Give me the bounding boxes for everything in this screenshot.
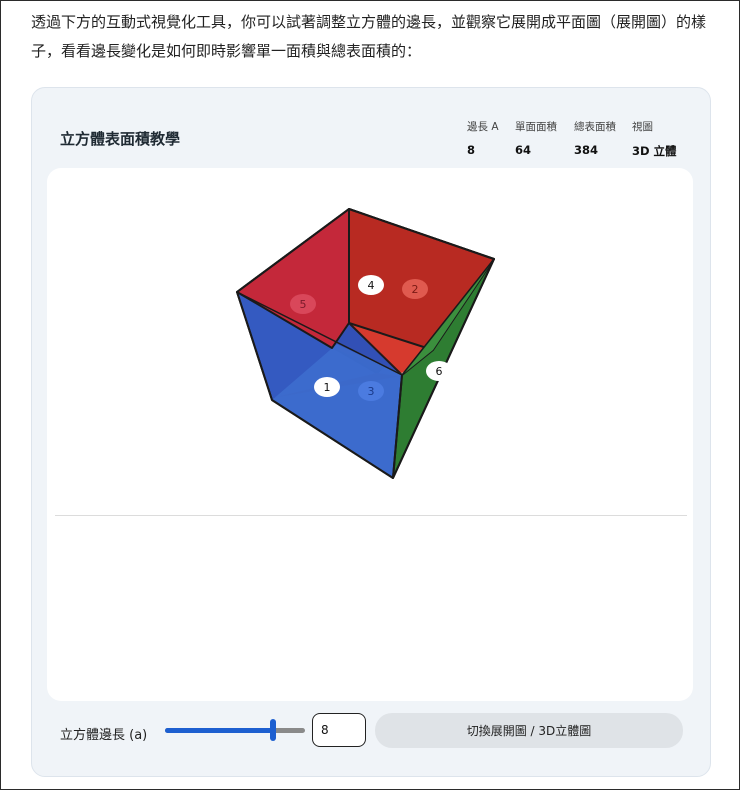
stat-edge: 邊長 A 8 — [467, 119, 499, 157]
svg-text:3: 3 — [368, 385, 375, 398]
stat-total-area-value: 384 — [574, 143, 599, 157]
face-label-3: 3 — [358, 381, 384, 401]
toggle-view-button[interactable]: 切換展開圖 / 3D立體圖 — [375, 713, 683, 748]
svg-text:4: 4 — [368, 279, 375, 292]
face-label-2: 2 — [402, 279, 428, 299]
svg-text:5: 5 — [300, 298, 307, 311]
stat-total-area: 總表面積 384 — [574, 119, 616, 157]
stat-total-area-label: 總表面積 — [574, 121, 616, 133]
edge-length-label: 立方體邊長 (a) — [60, 728, 148, 743]
slider-fill — [165, 728, 273, 733]
stat-face-area: 單面面積 64 — [515, 119, 557, 157]
face-label-1: 1 — [314, 377, 340, 397]
stat-face-area-value: 64 — [515, 143, 532, 157]
stat-edge-label: 邊長 A — [467, 121, 499, 133]
stat-view-label: 視圖 — [632, 121, 653, 133]
face-label-4: 4 — [358, 275, 384, 295]
svg-text:1: 1 — [324, 381, 331, 394]
slider-thumb[interactable] — [270, 719, 276, 741]
cube-3d-drawing[interactable]: 1 2 3 4 5 6 — [47, 168, 693, 701]
edge-length-input[interactable] — [312, 713, 366, 747]
stat-face-area-label: 單面面積 — [515, 121, 557, 133]
stat-view: 視圖 3D 立體 — [632, 119, 677, 159]
intro-paragraph: 透過下方的互動式視覺化工具，你可以試著調整立方體的邊長，並觀察它展開成平面圖（展… — [31, 13, 707, 60]
canvas-divider — [55, 515, 687, 516]
stat-view-value: 3D 立體 — [632, 144, 677, 158]
cube-widget-card: 立方體表面積教學 邊長 A 8 單面面積 64 總表面積 384 視圖 3D 立… — [31, 87, 711, 777]
cube-canvas[interactable]: 1 2 3 4 5 6 — [47, 168, 693, 701]
stat-edge-value: 8 — [467, 143, 476, 157]
edge-length-slider[interactable] — [165, 718, 305, 742]
svg-text:2: 2 — [412, 283, 419, 296]
widget-title: 立方體表面積教學 — [60, 130, 181, 148]
face-label-5: 5 — [290, 294, 316, 314]
face-label-6: 6 — [426, 361, 452, 381]
svg-text:6: 6 — [436, 365, 443, 378]
